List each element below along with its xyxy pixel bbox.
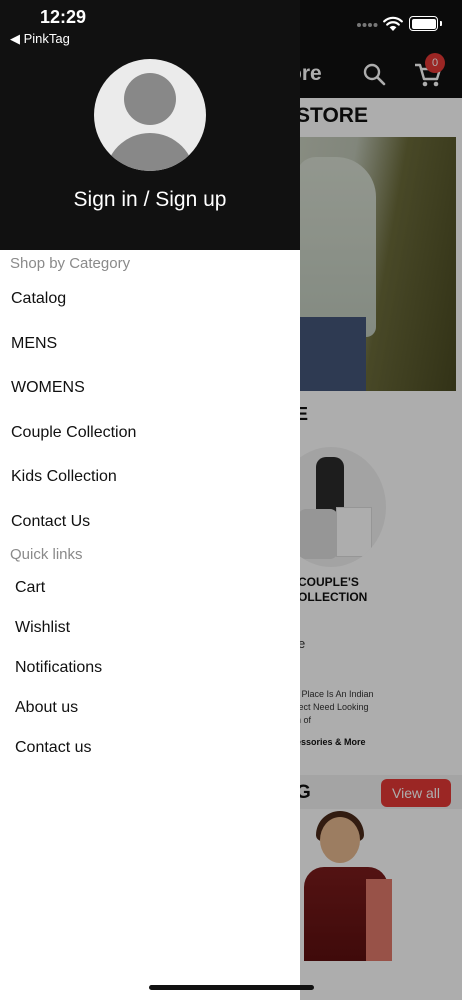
quick-link-wishlist[interactable]: Wishlist bbox=[15, 619, 70, 637]
quick-link-notifications[interactable]: Notifications bbox=[15, 659, 102, 677]
home-indicator[interactable] bbox=[149, 985, 314, 990]
sign-in-button[interactable]: Sign in / Sign up bbox=[0, 188, 300, 212]
battery-icon bbox=[409, 16, 442, 31]
menu-item-catalog[interactable]: Catalog bbox=[11, 290, 66, 308]
user-avatar-icon[interactable] bbox=[94, 59, 206, 171]
navigation-drawer: Sign in / Sign up Shop by Category Catal… bbox=[0, 0, 300, 1000]
quick-links-label: Quick links bbox=[10, 546, 83, 563]
quick-link-about-us[interactable]: About us bbox=[15, 699, 78, 717]
shop-by-category-label: Shop by Category bbox=[10, 255, 131, 272]
menu-item-contact-us[interactable]: Contact Us bbox=[11, 513, 90, 531]
menu-item-kids-collection[interactable]: Kids Collection bbox=[11, 468, 117, 486]
menu-item-womens[interactable]: WOMENS bbox=[11, 379, 85, 397]
signal-icon bbox=[357, 23, 378, 27]
status-time: 12:29 bbox=[40, 7, 87, 27]
menu-item-couple-collection[interactable]: Couple Collection bbox=[11, 424, 136, 442]
menu-item-mens[interactable]: MENS bbox=[11, 335, 57, 353]
quick-link-contact-us[interactable]: Contact us bbox=[15, 739, 91, 757]
quick-link-cart[interactable]: Cart bbox=[15, 579, 45, 597]
wifi-icon bbox=[383, 16, 403, 31]
back-to-app-link[interactable]: ◀ PinkTag bbox=[10, 31, 70, 47]
status-bar: 12:29 ◀ PinkTag bbox=[0, 0, 462, 50]
